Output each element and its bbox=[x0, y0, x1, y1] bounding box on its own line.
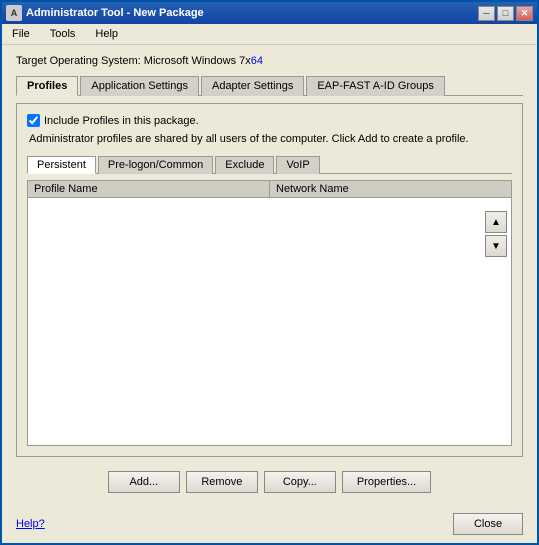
main-window: A Administrator Tool - New Package ─ □ ✕… bbox=[0, 0, 539, 545]
col-network-name: Network Name bbox=[270, 181, 511, 197]
footer: Help? Close bbox=[2, 507, 537, 543]
main-tab-bar: Profiles Application Settings Adapter Se… bbox=[16, 75, 523, 96]
table-header: Profile Name Network Name bbox=[28, 181, 511, 198]
menu-tools[interactable]: Tools bbox=[44, 26, 82, 42]
remove-button[interactable]: Remove bbox=[186, 471, 258, 493]
properties-button[interactable]: Properties... bbox=[342, 471, 431, 493]
title-bar-buttons: ─ □ ✕ bbox=[478, 6, 533, 21]
window-icon: A bbox=[6, 5, 22, 21]
col-profile-name: Profile Name bbox=[28, 181, 270, 197]
target-os-link[interactable]: 64 bbox=[251, 55, 263, 67]
tab-profiles[interactable]: Profiles bbox=[16, 76, 78, 96]
profiles-info-text: Administrator profiles are shared by all… bbox=[27, 133, 512, 145]
profiles-table-panel: Profile Name Network Name ▲ ▼ bbox=[27, 180, 512, 446]
scroll-buttons: ▲ ▼ bbox=[485, 211, 507, 257]
include-profiles-label: Include Profiles in this package. bbox=[44, 115, 199, 127]
target-os-label: Target Operating System: Microsoft Windo… bbox=[16, 55, 251, 67]
help-link[interactable]: Help? bbox=[16, 518, 45, 530]
main-content: Target Operating System: Microsoft Windo… bbox=[2, 45, 537, 507]
close-button[interactable]: Close bbox=[453, 513, 523, 535]
minimize-button[interactable]: ─ bbox=[478, 6, 495, 21]
tab-application-settings[interactable]: Application Settings bbox=[80, 76, 199, 96]
inner-tab-exclude[interactable]: Exclude bbox=[215, 156, 274, 174]
include-profiles-row: Include Profiles in this package. bbox=[27, 114, 512, 127]
action-buttons: Add... Remove Copy... Properties... bbox=[16, 465, 523, 497]
menu-bar: File Tools Help bbox=[2, 24, 537, 45]
inner-tab-prelogon[interactable]: Pre-logon/Common bbox=[98, 156, 213, 174]
maximize-button[interactable]: □ bbox=[497, 6, 514, 21]
add-button[interactable]: Add... bbox=[108, 471, 180, 493]
scroll-down-button[interactable]: ▼ bbox=[485, 235, 507, 257]
tab-eap-fast[interactable]: EAP-FAST A-ID Groups bbox=[306, 76, 445, 96]
title-bar: A Administrator Tool - New Package ─ □ ✕ bbox=[2, 2, 537, 24]
inner-tab-bar: Persistent Pre-logon/Common Exclude VoIP bbox=[27, 155, 512, 174]
include-profiles-checkbox[interactable] bbox=[27, 114, 40, 127]
copy-button[interactable]: Copy... bbox=[264, 471, 336, 493]
menu-file[interactable]: File bbox=[6, 26, 36, 42]
target-os-line: Target Operating System: Microsoft Windo… bbox=[16, 55, 523, 67]
close-window-button[interactable]: ✕ bbox=[516, 6, 533, 21]
inner-tab-persistent[interactable]: Persistent bbox=[27, 156, 96, 174]
tab-adapter-settings[interactable]: Adapter Settings bbox=[201, 76, 304, 96]
window-title: Administrator Tool - New Package bbox=[26, 7, 474, 19]
menu-help[interactable]: Help bbox=[89, 26, 124, 42]
table-body bbox=[28, 198, 511, 445]
inner-tab-voip[interactable]: VoIP bbox=[276, 156, 319, 174]
scroll-up-button[interactable]: ▲ bbox=[485, 211, 507, 233]
profiles-tab-panel: Include Profiles in this package. Admini… bbox=[16, 103, 523, 457]
